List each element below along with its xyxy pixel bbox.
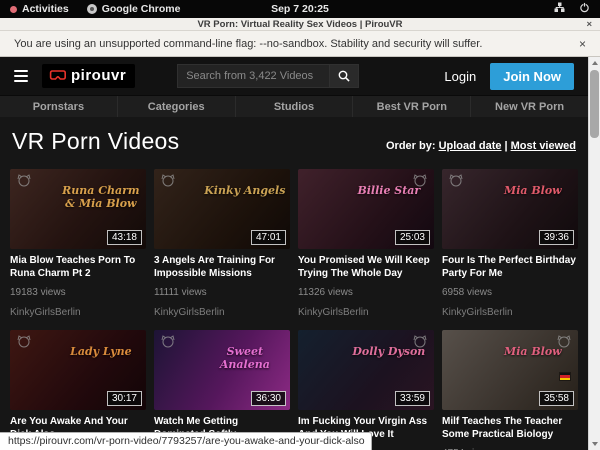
video-title[interactable]: Four Is The Perfect Birthday Party For M… bbox=[442, 255, 578, 280]
video-thumbnail[interactable]: Mia Blow 39:36 bbox=[442, 169, 578, 249]
view-count: 11111 views bbox=[154, 287, 290, 298]
power-icon[interactable] bbox=[579, 2, 590, 16]
logo-text: pirouvr bbox=[71, 67, 126, 84]
german-flag-icon bbox=[559, 372, 571, 381]
warning-text: You are using an unsupported command-lin… bbox=[14, 38, 482, 50]
tab-title: VR Porn: Virtual Reality Sex Videos | Pi… bbox=[197, 19, 402, 30]
order-upload-date-link[interactable]: Upload date bbox=[439, 140, 502, 152]
search-bar bbox=[177, 64, 359, 88]
page-heading-row: VR Porn Videos Order by: Upload date|Mos… bbox=[0, 117, 588, 161]
studio-mask-watermark-icon bbox=[16, 173, 32, 192]
video-thumbnail[interactable]: Dolly Dyson 33:59 bbox=[298, 330, 434, 410]
video-title[interactable]: 3 Angels Are Training For Impossible Mis… bbox=[154, 255, 290, 280]
video-title[interactable]: Mia Blow Teaches Porn To Runa Charm Pt 2 bbox=[10, 255, 146, 280]
video-card: Billie Star 25:03 You Promised We Will K… bbox=[298, 169, 434, 318]
duration-badge: 33:59 bbox=[395, 391, 430, 406]
network-icon[interactable] bbox=[554, 2, 565, 16]
video-thumbnail[interactable]: Sweet Analena 36:30 bbox=[154, 330, 290, 410]
view-count: 19183 views bbox=[10, 287, 146, 298]
running-app-indicator[interactable]: Google Chrome bbox=[87, 3, 181, 15]
search-button[interactable] bbox=[329, 64, 359, 88]
warning-close-icon[interactable]: × bbox=[579, 37, 586, 51]
video-thumbnail[interactable]: Mia Blow 35:58 bbox=[442, 330, 578, 410]
nav-item-studios[interactable]: Studios bbox=[235, 96, 353, 117]
status-url-bubble: https://pirouvr.com/vr-porn-video/779325… bbox=[0, 432, 372, 450]
video-thumbnail[interactable]: Lady Lyne 30:17 bbox=[10, 330, 146, 410]
scrollbar-thumb[interactable] bbox=[590, 70, 599, 138]
video-thumbnail[interactable]: Runa Charm & Mia Blow 43:18 bbox=[10, 169, 146, 249]
search-input[interactable] bbox=[177, 64, 329, 88]
thumbnail-overlay-text: Runa Charm & Mia Blow bbox=[59, 185, 143, 210]
studio-link[interactable]: KinkyGirlsBerlin bbox=[298, 307, 434, 318]
studio-link[interactable]: KinkyGirlsBerlin bbox=[154, 307, 290, 318]
video-thumbnail[interactable]: Billie Star 25:03 bbox=[298, 169, 434, 249]
order-by-label: Order by: bbox=[386, 140, 436, 152]
duration-badge: 30:17 bbox=[107, 391, 142, 406]
studio-link[interactable]: KinkyGirlsBerlin bbox=[10, 307, 146, 318]
duration-badge: 25:03 bbox=[395, 230, 430, 245]
studio-mask-watermark-icon bbox=[412, 334, 428, 353]
thumbnail-overlay-text: Sweet Analena bbox=[203, 346, 287, 371]
order-most-viewed-link[interactable]: Most viewed bbox=[511, 140, 576, 152]
order-by: Order by: Upload date|Most viewed bbox=[386, 140, 576, 152]
notification-dot-icon bbox=[10, 6, 17, 13]
duration-badge: 43:18 bbox=[107, 230, 142, 245]
nav-item-new-vr-porn[interactable]: New VR Porn bbox=[470, 96, 588, 117]
duration-badge: 35:58 bbox=[539, 391, 574, 406]
sandbox-warning-bar: You are using an unsupported command-lin… bbox=[0, 31, 600, 57]
vr-goggles-icon bbox=[49, 70, 66, 81]
duration-badge: 39:36 bbox=[539, 230, 574, 245]
video-card: Kinky Angels 47:01 3 Angels Are Training… bbox=[154, 169, 290, 318]
activities-label: Activities bbox=[22, 3, 69, 15]
main-nav: Pornstars Categories Studios Best VR Por… bbox=[0, 95, 588, 117]
thumbnail-overlay-text: Lady Lyne bbox=[59, 346, 143, 359]
scroll-up-icon[interactable] bbox=[589, 57, 600, 69]
nav-item-categories[interactable]: Categories bbox=[117, 96, 235, 117]
scroll-down-icon[interactable] bbox=[589, 438, 600, 450]
studio-mask-watermark-icon bbox=[160, 334, 176, 353]
browser-title-bar: VR Porn: Virtual Reality Sex Videos | Pi… bbox=[0, 18, 600, 31]
site-logo[interactable]: pirouvr bbox=[42, 64, 135, 88]
login-button[interactable]: Login bbox=[444, 69, 476, 84]
duration-badge: 47:01 bbox=[251, 230, 286, 245]
studio-mask-watermark-icon bbox=[160, 173, 176, 192]
studio-mask-watermark-icon bbox=[448, 173, 464, 192]
video-card: Mia Blow 39:36 Four Is The Perfect Birth… bbox=[442, 169, 578, 318]
studio-link[interactable]: KinkyGirlsBerlin bbox=[442, 307, 578, 318]
chrome-icon bbox=[87, 4, 97, 14]
order-separator: | bbox=[505, 140, 508, 152]
view-count: 11326 views bbox=[298, 287, 434, 298]
thumbnail-overlay-text: Kinky Angels bbox=[203, 185, 287, 198]
page-title: VR Porn Videos bbox=[12, 128, 179, 155]
video-thumbnail[interactable]: Kinky Angels 47:01 bbox=[154, 169, 290, 249]
system-bar: Activities Google Chrome Sep 7 20:25 bbox=[0, 0, 600, 18]
duration-badge: 36:30 bbox=[251, 391, 286, 406]
search-icon bbox=[338, 70, 350, 82]
scrollbar[interactable] bbox=[588, 57, 600, 450]
nav-item-pornstars[interactable]: Pornstars bbox=[0, 96, 117, 117]
thumbnail-overlay-text: Mia Blow bbox=[491, 185, 575, 198]
video-card: Runa Charm & Mia Blow 43:18 Mia Blow Tea… bbox=[10, 169, 146, 318]
studio-mask-watermark-icon bbox=[16, 334, 32, 353]
hamburger-menu-icon[interactable] bbox=[14, 70, 28, 82]
studio-mask-watermark-icon bbox=[556, 334, 572, 353]
tab-close-icon[interactable]: × bbox=[586, 18, 592, 31]
video-card: Mia Blow 35:58 Milf Teaches The Teacher … bbox=[442, 330, 578, 450]
video-title[interactable]: Milf Teaches The Teacher Some Practical … bbox=[442, 416, 578, 441]
join-now-button[interactable]: Join Now bbox=[490, 63, 574, 90]
app-label: Google Chrome bbox=[102, 3, 181, 15]
video-title[interactable]: You Promised We Will Keep Trying The Who… bbox=[298, 255, 434, 280]
screen: Activities Google Chrome Sep 7 20:25 VR … bbox=[0, 0, 600, 450]
video-grid: Runa Charm & Mia Blow 43:18 Mia Blow Tea… bbox=[0, 161, 588, 450]
nav-item-best-vr-porn[interactable]: Best VR Porn bbox=[352, 96, 470, 117]
activities-button[interactable]: Activities bbox=[10, 3, 69, 15]
site-header: pirouvr Login Join Now bbox=[0, 57, 588, 95]
browser-viewport: pirouvr Login Join Now Pornstars Categor… bbox=[0, 57, 588, 450]
studio-mask-watermark-icon bbox=[412, 173, 428, 192]
view-count: 6958 views bbox=[442, 287, 578, 298]
